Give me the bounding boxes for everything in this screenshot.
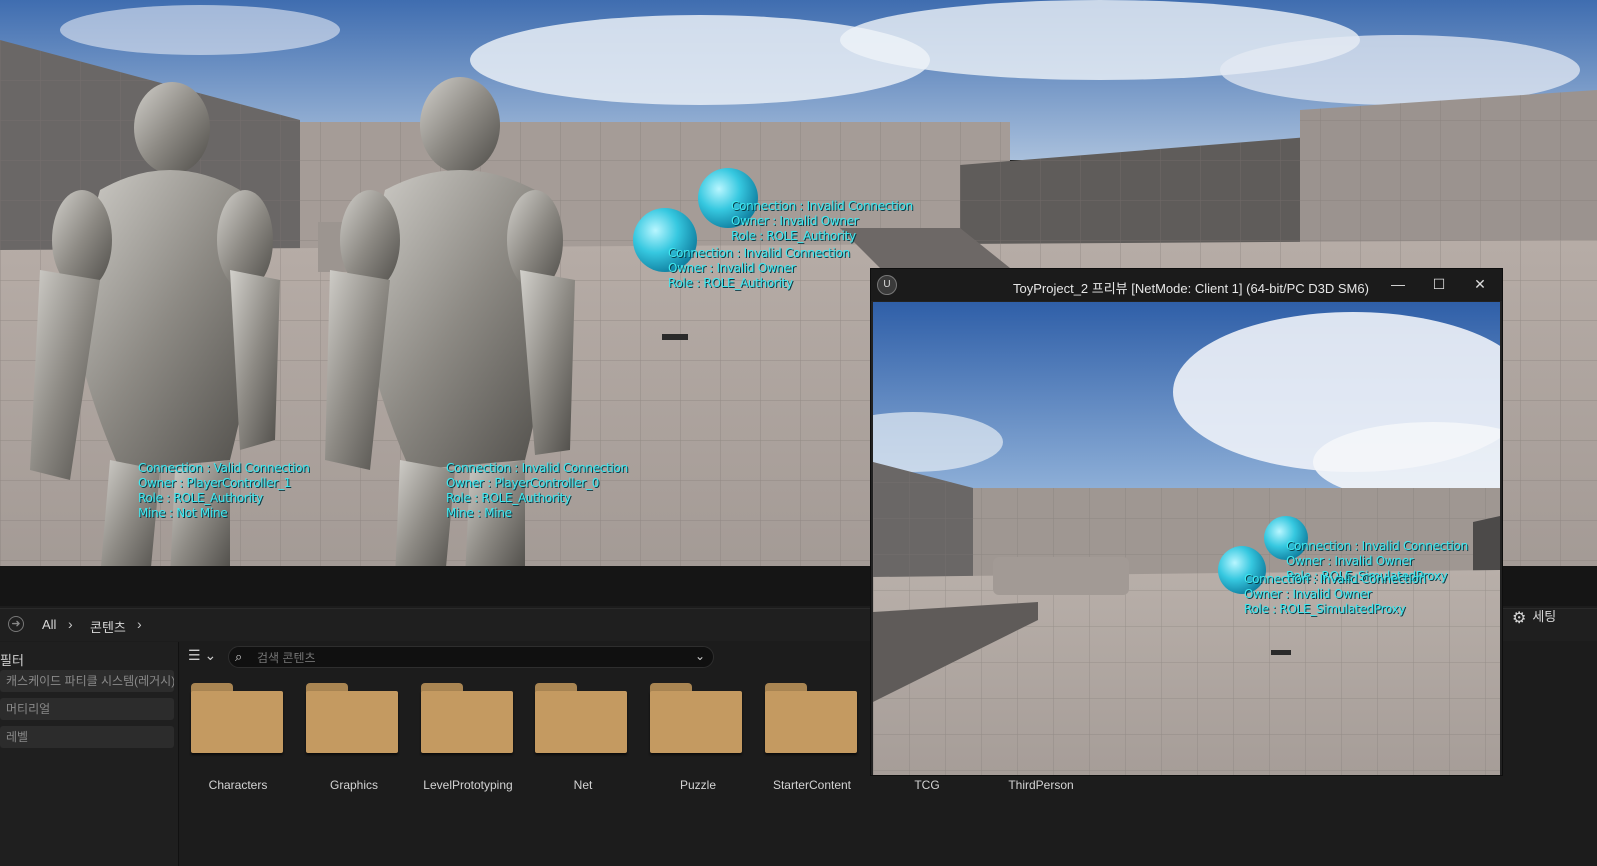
gear-icon: ⚙	[1512, 609, 1527, 627]
debug-line: Connection : Invalid Connection	[1244, 572, 1426, 586]
folder-label-thirdperson[interactable]: ThirdPerson	[981, 778, 1101, 792]
pie-viewport[interactable]: Connection : Invalid Connection Owner : …	[873, 302, 1500, 775]
breadcrumb-content[interactable]: 콘텐츠	[90, 617, 126, 636]
debug-line: Role : ROLE_Authority	[668, 276, 793, 290]
debug-line: Connection : Invalid Connection	[668, 246, 850, 260]
debug-line: Owner : Invalid Owner	[1244, 587, 1372, 601]
settings-button[interactable]: ⚙ 세팅	[1512, 606, 1556, 628]
folder-icon[interactable]	[421, 683, 513, 753]
folder-icon[interactable]	[765, 683, 857, 753]
debug-line: Owner : PlayerController_0	[446, 476, 600, 490]
settings-label: 세팅	[1532, 609, 1557, 624]
folder-icon[interactable]	[306, 683, 398, 753]
debug-line: Mine : Mine	[446, 506, 512, 520]
pie-debug-label-sphere-b: Connection : Invalid Connection Owner : …	[1244, 572, 1426, 617]
window-title: ToyProject_2 프리뷰 [NetMode: Client 1] (64…	[1013, 281, 1369, 296]
filter-sidebar: 필터 캐스케이드 파티클 시스템(레거시) 머티리얼 레벨	[0, 642, 179, 866]
search-icon: ⌕	[235, 649, 243, 664]
folder-label-startercontent[interactable]: StarterContent	[752, 778, 872, 792]
folder-label-net[interactable]: Net	[523, 778, 643, 792]
folder-label-tcg[interactable]: TCG	[867, 778, 987, 792]
forward-icon[interactable]: ➜	[8, 616, 24, 632]
folder-icon[interactable]	[191, 683, 283, 753]
folder-label-levelprototyping[interactable]: LevelPrototyping	[408, 778, 528, 792]
debug-line: Role : ROLE_SimulatedProxy	[1244, 602, 1406, 616]
search-input[interactable]	[255, 648, 689, 668]
chevron-down-icon[interactable]: ⌄	[695, 649, 705, 663]
filter-dropdown-icon[interactable]: ☰ ⌄	[188, 647, 216, 664]
filter-item-cascade-particle[interactable]: 캐스케이드 파티클 시스템(레거시)	[0, 670, 174, 692]
filter-item-level[interactable]: 레벨	[0, 726, 174, 748]
filter-item-material[interactable]: 머티리얼	[0, 698, 174, 720]
debug-line: Owner : Invalid Owner	[731, 214, 859, 228]
minimize-button[interactable]: —	[1380, 273, 1416, 295]
debug-line: Role : ROLE_Authority	[731, 229, 856, 243]
folder-icon[interactable]	[535, 683, 627, 753]
debug-label-character-0: Connection : Invalid Connection Owner : …	[446, 461, 628, 521]
debug-line: Connection : Valid Connection	[138, 461, 310, 475]
debug-line: Connection : Invalid Connection	[446, 461, 628, 475]
maximize-button[interactable]: ☐	[1421, 273, 1457, 295]
folder-label-puzzle[interactable]: Puzzle	[638, 778, 758, 792]
unreal-logo-icon: U	[877, 275, 897, 295]
pie-client-window[interactable]: U ToyProject_2 프리뷰 [NetMode: Client 1] (…	[870, 268, 1503, 776]
breadcrumb-all[interactable]: All	[42, 617, 56, 632]
debug-line: Connection : Invalid Connection	[1286, 539, 1468, 553]
folder-label-characters[interactable]: Characters	[178, 778, 298, 792]
debug-label-sphere-b: Connection : Invalid Connection Owner : …	[668, 246, 850, 291]
debug-label-character-1: Connection : Valid Connection Owner : Pl…	[138, 461, 310, 521]
debug-label-sphere-a: Connection : Invalid Connection Owner : …	[731, 199, 913, 244]
search-box[interactable]: ⌕ ⌄	[228, 646, 714, 668]
debug-line: Role : ROLE_Authority	[138, 491, 263, 505]
filter-title: 필터	[0, 653, 24, 668]
debug-line: Owner : PlayerController_1	[138, 476, 292, 490]
folder-icon[interactable]	[650, 683, 742, 753]
debug-line: Connection : Invalid Connection	[731, 199, 913, 213]
chevron-right-icon[interactable]: ›	[137, 616, 142, 632]
debug-line: Owner : Invalid Owner	[1286, 554, 1414, 568]
window-titlebar[interactable]: U ToyProject_2 프리뷰 [NetMode: Client 1] (…	[871, 269, 1502, 301]
chevron-right-icon[interactable]: ›	[68, 616, 73, 632]
folder-label-graphics[interactable]: Graphics	[294, 778, 414, 792]
debug-line: Mine : Not Mine	[138, 506, 228, 520]
debug-line: Role : ROLE_Authority	[446, 491, 571, 505]
close-button[interactable]: ✕	[1462, 273, 1498, 295]
debug-line: Owner : Invalid Owner	[668, 261, 796, 275]
search-row: ☰ ⌄ ⌕ ⌄	[180, 642, 880, 672]
